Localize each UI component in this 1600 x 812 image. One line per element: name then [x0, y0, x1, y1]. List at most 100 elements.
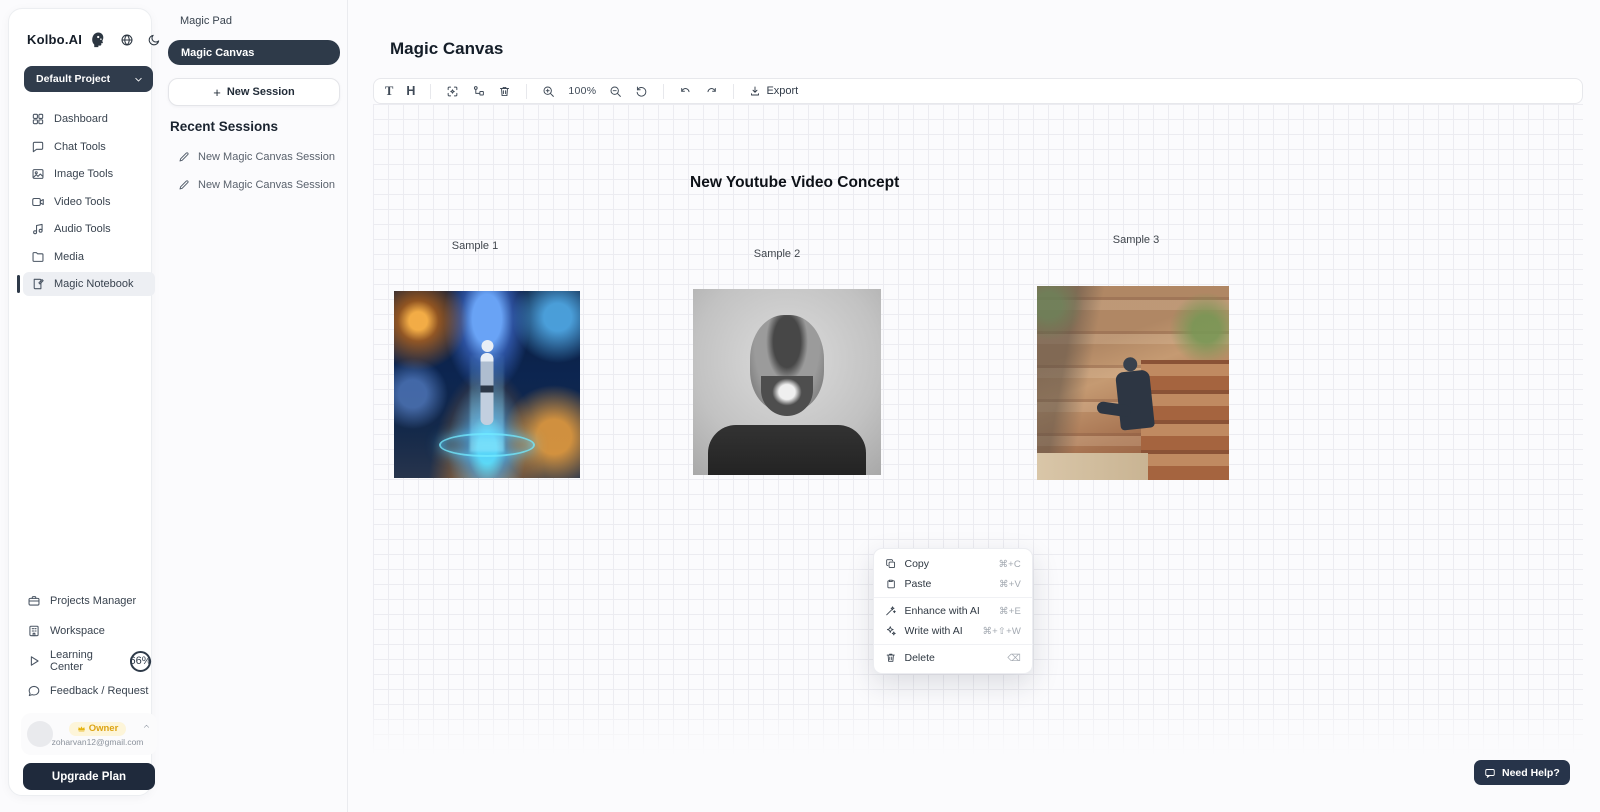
recent-sessions-heading: Recent Sessions [170, 119, 278, 134]
magic-wand-icon [885, 605, 897, 617]
new-session-button[interactable]: + New Session [168, 78, 340, 106]
divider [526, 84, 527, 99]
text-tool-button[interactable]: T [385, 85, 393, 98]
zoom-out-button[interactable] [609, 85, 622, 98]
sidebar-item-chat-tools[interactable]: Chat Tools [23, 135, 155, 159]
sidebar-item-workspace[interactable]: Workspace [23, 619, 155, 643]
need-help-label: Need Help? [1502, 767, 1560, 779]
user-meta: Owner zoharvan12@gmail.com [53, 722, 142, 747]
help-chat-icon [1484, 767, 1496, 779]
role-label: Owner [89, 723, 119, 734]
menu-label: Paste [905, 578, 992, 590]
sparkles-icon [885, 625, 897, 637]
portrait-shoulders [708, 425, 866, 475]
sidebar-nav: Dashboard Chat Tools Image Tools Video T… [23, 107, 155, 296]
project-selector-label: Default Project [36, 73, 133, 85]
dashboard-icon [31, 112, 45, 126]
seated-person [1115, 370, 1155, 431]
crown-icon [77, 724, 86, 733]
canvas-heading[interactable]: New Youtube Video Concept [690, 174, 899, 192]
sidebar-item-video-tools[interactable]: Video Tools [23, 190, 155, 214]
sidebar-item-label: Projects Manager [50, 595, 136, 607]
video-icon [31, 195, 45, 209]
sample-1-image[interactable] [394, 291, 580, 478]
delete-tool-button[interactable] [498, 85, 511, 98]
context-menu: Copy ⌘+C Paste ⌘+V Enhance with AI ⌘+E W… [873, 548, 1033, 674]
need-help-button[interactable]: Need Help? [1474, 760, 1570, 785]
sidebar-item-label: Image Tools [54, 168, 113, 180]
sidebar-item-image-tools[interactable]: Image Tools [23, 162, 155, 186]
zoom-in-button[interactable] [542, 85, 555, 98]
play-icon [27, 654, 41, 668]
sidebar-item-feedback-request[interactable]: Feedback / Request [23, 679, 155, 703]
context-menu-copy[interactable]: Copy ⌘+C [874, 554, 1032, 574]
pencil-icon [178, 151, 190, 163]
redo-button[interactable] [705, 85, 718, 98]
sample-3-label[interactable]: Sample 3 [1113, 234, 1159, 246]
glow-ring [439, 433, 535, 457]
export-label: Export [766, 85, 798, 97]
page-title: Magic Canvas [390, 39, 503, 59]
sidebar-item-label: Audio Tools [54, 223, 111, 235]
plus-icon: + [213, 86, 221, 99]
project-selector[interactable]: Default Project [24, 66, 153, 92]
sidebar-item-audio-tools[interactable]: Audio Tools [23, 217, 155, 241]
new-session-label: New Session [227, 86, 295, 98]
language-globe-icon[interactable] [120, 33, 134, 47]
reset-view-button[interactable] [635, 85, 648, 98]
user-account[interactable]: Owner zoharvan12@gmail.com [21, 713, 157, 755]
sidebar-item-magic-notebook[interactable]: Magic Notebook [23, 272, 155, 296]
menu-shortcut: ⌫ [1007, 653, 1021, 664]
session-item[interactable]: New Magic Canvas Session [178, 179, 335, 191]
brand-logo: Kolbo.AI [27, 32, 82, 47]
user-email: zoharvan12@gmail.com [52, 737, 144, 747]
sidebar-item-label: Feedback / Request [50, 685, 148, 697]
upgrade-plan-button[interactable]: Upgrade Plan [23, 763, 155, 790]
image-icon [31, 167, 45, 181]
notebook-icon [31, 277, 45, 291]
portrait-beard [761, 376, 813, 416]
menu-divider [874, 644, 1032, 645]
sidebar-item-learning-center[interactable]: Learning Center 66% [23, 649, 155, 673]
heading-tool-button[interactable]: H [406, 85, 415, 98]
context-menu-enhance-with-ai[interactable]: Enhance with AI ⌘+E [874, 601, 1032, 621]
sidebar-item-label: Dashboard [54, 113, 108, 125]
sample-2-image[interactable] [693, 289, 881, 475]
sessions-panel: Magic Pad Magic Canvas + New Session Rec… [152, 0, 348, 812]
magic-canvas-grid[interactable]: New Youtube Video Concept Sample 1 Sampl… [373, 104, 1583, 754]
session-item[interactable]: New Magic Canvas Session [178, 151, 335, 163]
menu-shortcut: ⌘+V [999, 579, 1021, 590]
context-menu-delete[interactable]: Delete ⌫ [874, 648, 1032, 668]
sample-2-label[interactable]: Sample 2 [754, 248, 800, 260]
dark-mode-moon-icon[interactable] [147, 33, 161, 47]
chevron-up-icon [142, 722, 151, 731]
nav-magic-canvas[interactable]: Magic Canvas [168, 40, 340, 65]
context-menu-paste[interactable]: Paste ⌘+V [874, 574, 1032, 594]
sidebar-item-label: Media [54, 251, 84, 263]
menu-shortcut: ⌘+E [999, 606, 1021, 617]
sidebar-item-media[interactable]: Media [23, 245, 155, 269]
menu-label: Enhance with AI [905, 605, 992, 617]
chat-icon [31, 140, 45, 154]
sidebar-item-label: Learning Center [50, 649, 119, 673]
paste-icon [885, 578, 897, 590]
connector-tool-button[interactable] [472, 85, 485, 98]
menu-label: Write with AI [905, 625, 975, 637]
nav-magic-pad[interactable]: Magic Pad [180, 15, 232, 27]
sidebar-item-label: Workspace [50, 625, 105, 637]
context-menu-write-with-ai[interactable]: Write with AI ⌘+⇧+W [874, 621, 1032, 641]
sample-3-image[interactable] [1037, 286, 1229, 480]
sample-1-label[interactable]: Sample 1 [452, 240, 498, 252]
sidebar-item-projects-manager[interactable]: Projects Manager [23, 589, 155, 613]
undo-button[interactable] [679, 85, 692, 98]
sidebar-item-label: Chat Tools [54, 141, 106, 153]
divider [733, 84, 734, 99]
sidebar-item-dashboard[interactable]: Dashboard [23, 107, 155, 131]
sidebar-item-label: Magic Notebook [54, 278, 134, 290]
capture-tool-button[interactable] [446, 85, 459, 98]
divider [663, 84, 664, 99]
export-button[interactable]: Export [749, 85, 798, 97]
session-label: New Magic Canvas Session [198, 151, 335, 163]
robot-figure [481, 353, 494, 425]
chevron-down-icon [133, 74, 144, 85]
